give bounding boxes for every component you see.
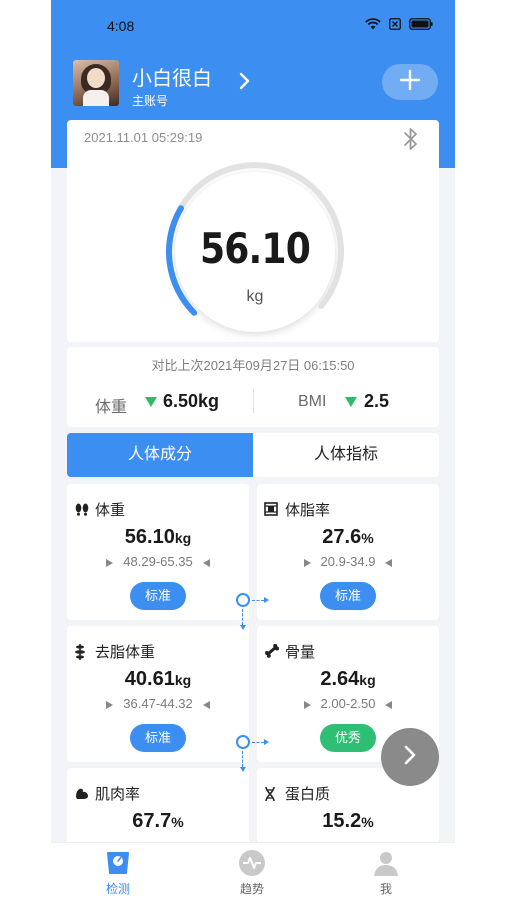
status-badge: 标准 xyxy=(130,582,186,610)
metric-range: 2.00-2.50 xyxy=(257,696,439,714)
metric-card-lean-mass[interactable]: 去脂体重 40.61kg 36.47-44.32 标准 xyxy=(67,626,249,762)
weight-compare-label: 体重 xyxy=(95,399,128,416)
bluetooth-icon[interactable] xyxy=(401,126,421,157)
body-fat-icon xyxy=(264,502,278,521)
metric-value: 56.10kg xyxy=(124,526,192,548)
connector-line xyxy=(252,742,264,743)
chevron-right-icon[interactable] xyxy=(239,72,251,95)
nav-label: 趋势 xyxy=(239,882,264,896)
comparison-date: 对比上次2021年09月27日 06:15:50 xyxy=(151,358,355,373)
metric-title: 蛋白质 xyxy=(285,786,331,803)
bottom-nav: 检测 趋势 我 xyxy=(51,842,455,900)
metric-title: 骨量 xyxy=(285,644,316,661)
metric-range: 36.47-44.32 xyxy=(67,696,249,714)
profile-icon xyxy=(372,849,400,877)
weight-card: 2021.11.01 05:29:19 56.10 kg xyxy=(67,120,439,342)
metric-range: 20.9-34.9 xyxy=(257,554,439,572)
left-margin xyxy=(0,0,51,900)
status-badge: 标准 xyxy=(130,724,186,752)
bone-icon xyxy=(264,643,280,663)
add-button[interactable] xyxy=(382,64,438,100)
bmi-compare-label: BMI xyxy=(298,393,327,410)
nav-item-detect[interactable]: 检测 xyxy=(51,843,185,900)
metric-value: 2.64kg xyxy=(320,668,376,690)
weight-unit: kg xyxy=(246,288,264,305)
segment-tabs: 人体成分 人体指标 xyxy=(67,433,439,477)
comparison-card: 对比上次2021年09月27日 06:15:50 体重 6.50kg BMI 2… xyxy=(67,347,439,427)
weight-value: 56.10 xyxy=(200,224,311,273)
tab-body-composition[interactable]: 人体成分 xyxy=(67,433,253,477)
user-header: 小白很白 主账号 xyxy=(73,60,438,108)
range-min-marker-icon xyxy=(303,700,311,709)
arrow-right-icon xyxy=(264,597,269,603)
plus-icon xyxy=(399,69,421,96)
trend-icon xyxy=(238,849,266,877)
range-min-marker-icon xyxy=(106,558,114,567)
range-max-marker-icon xyxy=(202,700,210,709)
weight-gauge: 56.10 kg xyxy=(157,154,353,350)
avatar[interactable] xyxy=(73,60,119,106)
arrow-right-icon xyxy=(264,739,269,745)
right-margin xyxy=(455,0,506,900)
metric-range: 48.29-65.35 xyxy=(67,554,249,572)
bmi-delta: 2.5 xyxy=(364,391,390,411)
metric-title: 体脂率 xyxy=(285,502,331,519)
range-max-marker-icon xyxy=(385,700,393,709)
comparison-row: 体重 6.50kg BMI 2.5 xyxy=(67,387,439,419)
chevron-right-icon xyxy=(403,744,417,771)
metric-card-weight[interactable]: 体重 56.10kg 48.29-65.35 标准 xyxy=(67,484,249,620)
metric-value: 15.2% xyxy=(322,810,374,832)
muscle-icon xyxy=(74,786,90,805)
connector-line xyxy=(242,609,243,625)
range-max-marker-icon xyxy=(202,558,210,567)
measurement-timestamp: 2021.11.01 05:29:19 xyxy=(84,130,203,145)
account-type: 主账号 xyxy=(132,94,169,108)
nav-item-trend[interactable]: 趋势 xyxy=(185,843,319,900)
arrow-down-icon xyxy=(240,625,246,630)
status-icons xyxy=(365,18,433,30)
spine-icon xyxy=(74,644,86,665)
weight-delta: 6.50kg xyxy=(163,391,220,411)
metric-title: 肌肉率 xyxy=(95,786,141,803)
metric-title: 去脂体重 xyxy=(95,644,156,661)
metric-value: 27.6% xyxy=(322,526,374,548)
connector-line xyxy=(252,600,264,601)
sim-icon xyxy=(389,18,401,30)
nav-label: 检测 xyxy=(105,882,130,896)
metric-value: 67.7% xyxy=(132,810,184,832)
footprints-icon xyxy=(74,502,90,521)
nav-item-me[interactable]: 我 xyxy=(319,843,453,900)
status-badge: 优秀 xyxy=(320,724,376,752)
scale-icon xyxy=(104,849,132,877)
status-badge: 标准 xyxy=(320,582,376,610)
next-button[interactable] xyxy=(381,728,439,786)
status-bar: 4:08 xyxy=(51,0,455,52)
metric-card-body-fat[interactable]: 体脂率 27.6% 20.9-34.9 标准 xyxy=(257,484,439,620)
metric-value: 40.61kg xyxy=(124,668,192,690)
dna-icon xyxy=(264,786,276,807)
app-screen: 4:08 小白很白 主账号 2021.11.01 05:29:19 56.10 … xyxy=(51,0,455,900)
user-name[interactable]: 小白很白 xyxy=(132,62,212,91)
connector-node xyxy=(236,593,250,607)
divider xyxy=(253,389,254,413)
down-arrow-icon xyxy=(145,397,157,407)
nav-label: 我 xyxy=(379,882,392,896)
status-time: 4:08 xyxy=(107,18,135,34)
battery-icon xyxy=(409,18,433,30)
range-min-marker-icon xyxy=(303,558,311,567)
wifi-icon xyxy=(365,18,381,30)
range-max-marker-icon xyxy=(385,558,393,567)
down-arrow-icon xyxy=(345,397,357,407)
metric-title: 体重 xyxy=(95,502,126,519)
tab-body-indicators[interactable]: 人体指标 xyxy=(253,433,439,477)
arrow-down-icon xyxy=(240,767,246,772)
connector-node xyxy=(236,735,250,749)
connector-line xyxy=(242,751,243,767)
range-min-marker-icon xyxy=(106,700,114,709)
